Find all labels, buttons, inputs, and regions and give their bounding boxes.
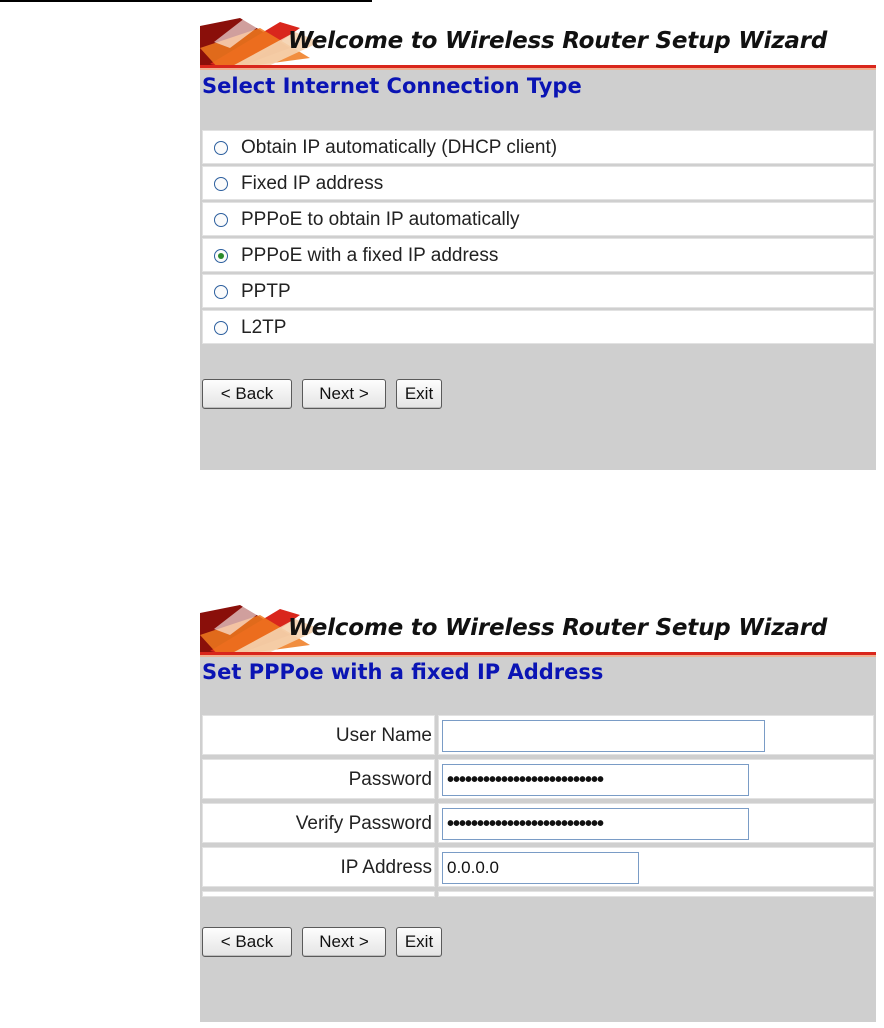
verify-password-input[interactable]	[442, 808, 749, 840]
next-button[interactable]: Next >	[302, 379, 386, 409]
option-pppoe-fixed[interactable]: PPPoE with a fixed IP address	[202, 238, 874, 272]
field-cell	[438, 715, 874, 755]
wizard-banner: Welcome to Wireless Router Setup Wizard	[200, 18, 876, 70]
radio-pppoe-fixed[interactable]	[214, 249, 228, 263]
next-button[interactable]: Next >	[302, 927, 386, 957]
ip-address-label: IP Address	[340, 857, 432, 878]
pppoe-fixed-ip-panel: Welcome to Wireless Router Setup Wizard …	[200, 605, 876, 1022]
connection-type-options: Obtain IP automatically (DHCP client) Fi…	[202, 130, 874, 346]
field-cell	[438, 803, 874, 843]
spacer-cell	[202, 891, 435, 897]
password-label: Password	[348, 769, 432, 790]
ip-address-row: IP Address	[202, 847, 874, 887]
back-button[interactable]: < Back	[202, 927, 292, 957]
option-label: PPPoE with a fixed IP address	[241, 245, 499, 266]
label-cell: User Name	[202, 715, 435, 755]
label-cell: IP Address	[202, 847, 435, 887]
field-cell	[438, 759, 874, 799]
wizard-title: Welcome to Wireless Router Setup Wizard	[288, 615, 828, 641]
wizard-title: Welcome to Wireless Router Setup Wizard	[288, 28, 828, 54]
user-name-input[interactable]	[442, 720, 765, 752]
spacer-cell	[438, 891, 874, 897]
back-button[interactable]: < Back	[202, 379, 292, 409]
option-label: Fixed IP address	[241, 173, 384, 194]
radio-fixed-ip[interactable]	[214, 177, 228, 191]
option-dhcp[interactable]: Obtain IP automatically (DHCP client)	[202, 130, 874, 164]
option-label: PPPoE to obtain IP automatically	[241, 209, 520, 230]
exit-button[interactable]: Exit	[396, 927, 442, 957]
user-name-row: User Name	[202, 715, 874, 755]
radio-dhcp[interactable]	[214, 141, 228, 155]
option-label: L2TP	[241, 317, 287, 338]
radio-pppoe-auto[interactable]	[214, 213, 228, 227]
exit-button[interactable]: Exit	[396, 379, 442, 409]
option-label: PPTP	[241, 281, 291, 302]
connection-type-panel: Welcome to Wireless Router Setup Wizard …	[200, 18, 876, 470]
radio-l2tp[interactable]	[214, 321, 228, 335]
option-l2tp[interactable]: L2TP	[202, 310, 874, 344]
option-pptp[interactable]: PPTP	[202, 274, 874, 308]
option-pppoe-auto[interactable]: PPPoE to obtain IP automatically	[202, 202, 874, 236]
password-input[interactable]	[442, 764, 749, 796]
form-spacer-row	[202, 891, 874, 897]
wizard-banner: Welcome to Wireless Router Setup Wizard	[200, 605, 876, 657]
user-name-label: User Name	[335, 725, 432, 746]
password-row: Password	[202, 759, 874, 799]
radio-pptp[interactable]	[214, 285, 228, 299]
ip-address-input[interactable]	[442, 852, 639, 884]
label-cell: Password	[202, 759, 435, 799]
option-label: Obtain IP automatically (DHCP client)	[241, 137, 558, 158]
page-top-rule	[0, 0, 372, 2]
field-cell	[438, 847, 874, 887]
verify-password-label: Verify Password	[295, 813, 432, 834]
pppoe-form: User Name Password Verify Password	[202, 715, 874, 891]
option-fixed-ip[interactable]: Fixed IP address	[202, 166, 874, 200]
section-heading: Set PPPoe with a fixed IP Address	[202, 660, 604, 684]
section-heading: Select Internet Connection Type	[202, 74, 582, 98]
label-cell: Verify Password	[202, 803, 435, 843]
verify-password-row: Verify Password	[202, 803, 874, 843]
